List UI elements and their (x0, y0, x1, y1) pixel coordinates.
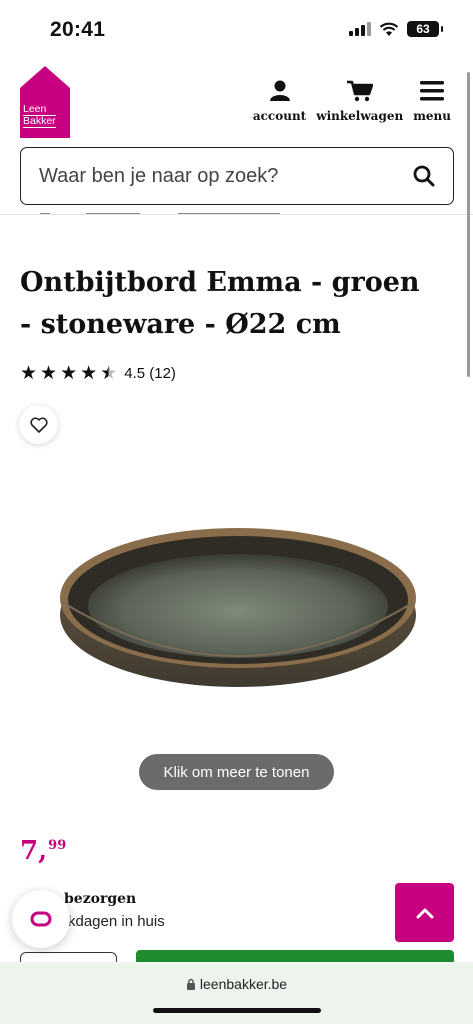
price-integer: 7, (20, 836, 48, 866)
search-icon[interactable] (413, 165, 435, 187)
status-time: 20:41 (50, 18, 106, 41)
page-scrollbar[interactable] (467, 72, 470, 377)
nav-account[interactable]: account (253, 78, 306, 123)
breadcrumb-link-1[interactable] (40, 213, 50, 214)
leen-bakker-logo[interactable]: Leen Bakker (20, 66, 70, 138)
browser-url-bar[interactable]: leenbakker.be (0, 962, 473, 1024)
site-header: Leen Bakker account winkelwagen menu (0, 62, 473, 144)
nav-account-label: account (252, 109, 307, 123)
scroll-to-top-button[interactable] (395, 883, 454, 942)
product-price: 7,99 (20, 836, 66, 866)
logo-line-2: Bakker (23, 115, 56, 128)
chat-button[interactable] (12, 890, 70, 948)
logo-text: Leen Bakker (20, 104, 70, 128)
home-indicator[interactable] (153, 1008, 321, 1013)
url-display: leenbakker.be (0, 976, 473, 992)
star-icon: ★ (60, 363, 78, 384)
breadcrumb-link-2[interactable] (86, 213, 140, 214)
user-icon (267, 78, 293, 104)
breadcrumb-link-3[interactable] (178, 213, 280, 214)
star-icon: ★ (80, 363, 98, 384)
cart-icon (346, 78, 373, 104)
status-icons: 63 (349, 21, 443, 37)
hamburger-icon (419, 78, 445, 104)
star-icon: ★ (40, 363, 58, 384)
search-input[interactable]: Waar ben je naar op zoek? (20, 147, 454, 205)
lock-icon (186, 978, 195, 990)
status-bar: 20:41 63 (0, 0, 473, 62)
wifi-icon (379, 22, 399, 36)
nav-cart[interactable]: winkelwagen (316, 78, 403, 123)
nav-menu[interactable]: menu (413, 78, 451, 123)
price-decimals: 99 (48, 838, 67, 853)
header-nav: account winkelwagen menu (253, 78, 451, 123)
product-rating[interactable]: ★ ★ ★ ★ ★ 4.5 (12) (20, 364, 176, 383)
url-text: leenbakker.be (199, 976, 288, 992)
show-more-button[interactable]: Klik om meer te tonen (139, 754, 334, 790)
breadcrumb (0, 214, 473, 232)
chevron-up-icon (416, 908, 433, 918)
logo-line-1: Leen (23, 103, 47, 115)
rating-text: 4.5 (12) (124, 365, 176, 382)
search-placeholder: Waar ben je naar op zoek? (39, 164, 279, 187)
heart-icon (29, 416, 48, 433)
half-star-icon: ★ (100, 363, 118, 384)
product-title: Ontbijtbord Emma - groen - stoneware - Ø… (20, 267, 420, 340)
chat-icon (30, 911, 52, 927)
signal-icon (349, 22, 371, 36)
star-icon: ★ (20, 363, 38, 384)
nav-menu-label: menu (413, 109, 451, 123)
product-image[interactable] (58, 520, 418, 690)
nav-cart-label: winkelwagen (316, 109, 404, 123)
battery-icon: 63 (407, 21, 443, 37)
wishlist-button[interactable] (19, 405, 58, 444)
